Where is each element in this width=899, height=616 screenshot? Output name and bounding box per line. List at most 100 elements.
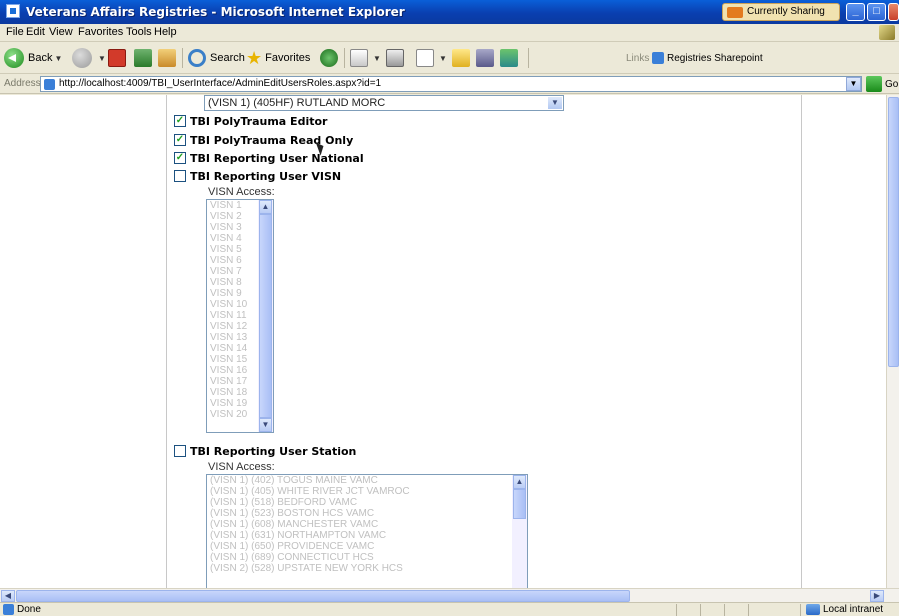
role-checkbox-unchecked[interactable] bbox=[174, 445, 186, 457]
go-arrow-icon bbox=[866, 76, 882, 92]
toolbar-separator bbox=[528, 48, 529, 68]
role-tbi-reporting-user-station[interactable]: TBI Reporting User Station bbox=[174, 443, 356, 459]
list-option[interactable]: (VISN 1) (405) WHITE RIVER JCT VAMROC bbox=[207, 486, 527, 497]
stop-icon bbox=[108, 49, 126, 67]
sharing-icon bbox=[727, 7, 743, 18]
mail-button[interactable]: ▼ bbox=[350, 47, 381, 69]
menu-view[interactable]: View bbox=[49, 26, 73, 38]
back-dropdown-icon[interactable]: ▼ bbox=[54, 54, 62, 63]
scroll-right-arrow-icon[interactable]: ▶ bbox=[870, 590, 884, 602]
research-icon bbox=[476, 49, 494, 67]
messenger-button[interactable] bbox=[500, 47, 521, 69]
scroll-up-arrow-icon[interactable]: ▲ bbox=[259, 200, 272, 214]
home-icon bbox=[158, 49, 176, 67]
page-vertical-scrollbar[interactable] bbox=[886, 95, 899, 588]
station-selected-value: (VISN 1) (405HF) RUTLAND MORC bbox=[208, 97, 386, 109]
address-input[interactable]: http://localhost:4009/TBI_UserInterface/… bbox=[40, 76, 862, 92]
station-access-listbox[interactable]: (VISN 1) (402) TOGUS MAINE VAMC (VISN 1) … bbox=[206, 474, 528, 588]
role-checkbox-checked[interactable]: ✓ bbox=[174, 115, 186, 127]
list-option[interactable]: (VISN 1) (650) PROVIDENCE VAMC bbox=[207, 541, 527, 552]
role-tbi-polytrauma-editor[interactable]: ✓ TBI PolyTrauma Editor bbox=[174, 113, 327, 129]
sharepoint-label: Registries Sharepoint bbox=[667, 52, 763, 64]
edit-button[interactable]: ▼ bbox=[416, 47, 447, 69]
title-bar: Veterans Affairs Registries - Microsoft … bbox=[0, 0, 899, 24]
list-option[interactable]: (VISN 1) (689) CONNECTICUT HCS bbox=[207, 552, 527, 563]
visn-access-listbox[interactable]: VISN 1 VISN 2 VISN 3 VISN 4 VISN 5 VISN 6 VISN… bbox=[206, 199, 274, 433]
maximize-button[interactable]: □ bbox=[867, 3, 886, 21]
role-tbi-reporting-user-visn[interactable]: TBI Reporting User VISN bbox=[174, 168, 341, 184]
list-option[interactable]: (VISN 1) (518) BEDFORD VAMC bbox=[207, 497, 527, 508]
print-button[interactable] bbox=[386, 47, 407, 69]
status-panel-divider bbox=[800, 604, 801, 616]
status-bar: Done Local intranet bbox=[0, 602, 899, 616]
scroll-left-arrow-icon[interactable]: ◀ bbox=[1, 590, 15, 602]
role-tbi-polytrauma-read-only[interactable]: ✓ TBI PolyTrauma Read Only bbox=[174, 132, 353, 148]
menu-file[interactable]: File bbox=[6, 26, 24, 38]
sharing-label: Currently Sharing bbox=[747, 6, 825, 17]
search-label: Search bbox=[210, 52, 245, 64]
address-dropdown-icon[interactable]: ▼ bbox=[846, 77, 861, 91]
role-label: TBI Reporting User Station bbox=[190, 444, 357, 458]
role-checkbox-checked[interactable]: ✓ bbox=[174, 134, 186, 146]
search-button[interactable]: Search bbox=[188, 47, 245, 69]
ie-app-icon[interactable] bbox=[6, 4, 20, 18]
favorites-label: Favorites bbox=[265, 52, 311, 64]
menu-tools[interactable]: Tools bbox=[126, 26, 152, 38]
minimize-button[interactable]: _ bbox=[846, 3, 865, 21]
status-panel-divider bbox=[724, 604, 725, 616]
back-arrow-icon bbox=[4, 48, 24, 68]
role-checkbox-unchecked[interactable] bbox=[174, 170, 186, 182]
visn-access-label: VISN Access: bbox=[208, 186, 275, 198]
home-button[interactable] bbox=[158, 47, 179, 69]
back-label: Back bbox=[28, 52, 53, 64]
page-horizontal-scrollbar[interactable]: ◀ ▶ bbox=[0, 588, 899, 602]
standard-toolbar: Back ▼ ▼ Search ★ Favorites ▼ ▼ Links Re… bbox=[0, 42, 899, 74]
layout-divider bbox=[166, 95, 167, 588]
menu-favorites[interactable]: Favorites bbox=[78, 26, 123, 38]
favorites-button[interactable]: ★ Favorites bbox=[246, 47, 310, 69]
scroll-up-arrow-icon[interactable]: ▲ bbox=[513, 475, 526, 489]
registries-sharepoint-link[interactable]: Registries Sharepoint bbox=[652, 47, 763, 69]
go-button[interactable]: Go bbox=[866, 76, 898, 92]
edit-dropdown-icon[interactable]: ▼ bbox=[439, 54, 447, 63]
currently-sharing-button[interactable]: Currently Sharing bbox=[722, 3, 840, 21]
discuss-button[interactable] bbox=[452, 47, 473, 69]
menu-help[interactable]: Help bbox=[154, 26, 177, 38]
back-button[interactable]: Back ▼ bbox=[4, 47, 62, 69]
scroll-down-arrow-icon[interactable]: ▼ bbox=[259, 418, 272, 432]
list-option[interactable]: (VISN 2) (528) UPSTATE NEW YORK HCS bbox=[207, 563, 527, 574]
station-list-scrollbar[interactable]: ▲ bbox=[512, 475, 527, 588]
forward-button[interactable]: ▼ bbox=[72, 47, 106, 69]
page-scroll-thumb[interactable] bbox=[888, 97, 899, 367]
role-checkbox-checked[interactable]: ✓ bbox=[174, 152, 186, 164]
mail-icon bbox=[350, 49, 368, 67]
favorites-star-icon: ★ bbox=[246, 47, 263, 68]
layout-divider bbox=[801, 95, 802, 588]
station-select[interactable]: (VISN 1) (405HF) RUTLAND MORC ▼ bbox=[204, 95, 564, 111]
list-option[interactable]: (VISN 1) (608) MANCHESTER VAMC bbox=[207, 519, 527, 530]
links-label: Links bbox=[626, 52, 650, 64]
horizontal-scroll-thumb[interactable] bbox=[16, 590, 630, 602]
research-button[interactable] bbox=[476, 47, 497, 69]
menu-edit[interactable]: Edit bbox=[26, 26, 45, 38]
page-content: (VISN 1) (405HF) RUTLAND MORC ▼ ✓ TBI Po… bbox=[0, 95, 886, 588]
scroll-thumb[interactable] bbox=[513, 489, 526, 519]
mail-dropdown-icon[interactable]: ▼ bbox=[373, 54, 381, 63]
list-option[interactable]: (VISN 1) (523) BOSTON HCS VAMC bbox=[207, 508, 527, 519]
security-zone-label: Local intranet bbox=[823, 604, 884, 615]
close-button[interactable] bbox=[888, 3, 899, 21]
role-label: TBI Reporting User VISN bbox=[190, 169, 342, 183]
chevron-down-icon[interactable]: ▼ bbox=[548, 97, 562, 109]
list-option[interactable]: (VISN 1) (631) NORTHAMPTON VAMC bbox=[207, 530, 527, 541]
list-option[interactable]: (VISN 1) (402) TOGUS MAINE VAMC bbox=[207, 475, 527, 486]
scroll-thumb[interactable] bbox=[259, 214, 272, 418]
refresh-button[interactable] bbox=[134, 47, 155, 69]
window-title: Veterans Affairs Registries - Microsoft … bbox=[26, 5, 405, 19]
address-bar: Address http://localhost:4009/TBI_UserIn… bbox=[0, 74, 899, 94]
media-button[interactable] bbox=[320, 47, 341, 69]
stop-button[interactable] bbox=[108, 47, 129, 69]
folder-icon bbox=[452, 49, 470, 67]
role-tbi-reporting-user-national[interactable]: ✓ TBI Reporting User National bbox=[174, 150, 364, 166]
forward-dropdown-icon[interactable]: ▼ bbox=[98, 54, 106, 63]
visn-list-scrollbar[interactable]: ▲ ▼ bbox=[258, 200, 273, 432]
